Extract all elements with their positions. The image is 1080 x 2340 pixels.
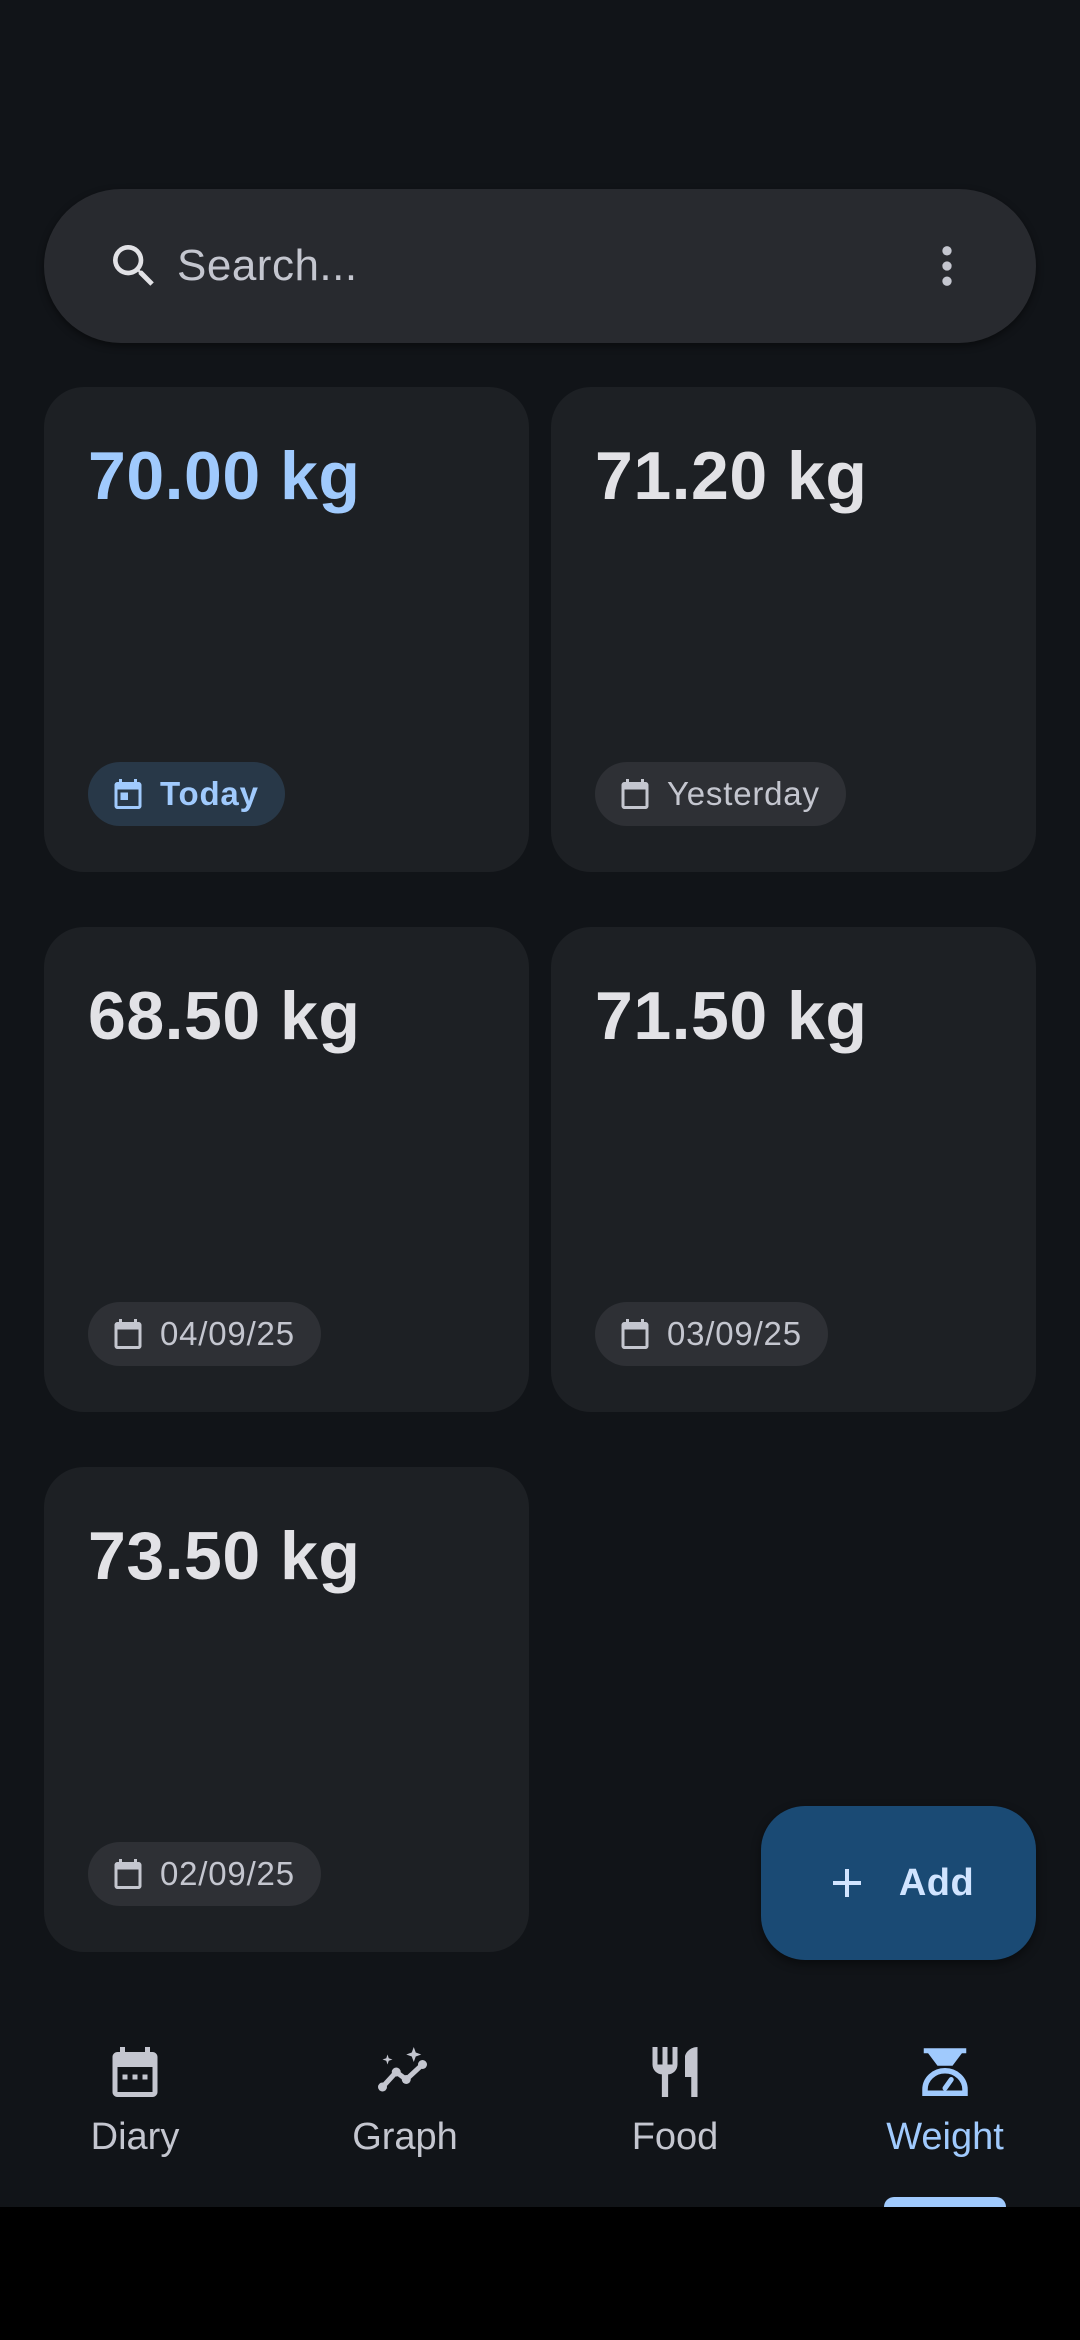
date-chip: Today [88, 762, 285, 826]
weight-entry-card[interactable]: 71.20 kg Yesterday [551, 387, 1036, 872]
add-entry-button[interactable]: Add [761, 1806, 1036, 1960]
weight-value: 71.20 kg [595, 438, 868, 514]
fork-knife-icon [652, 2047, 698, 2097]
calendar-today-icon [114, 779, 142, 809]
nav-label: Graph [352, 2116, 458, 2158]
date-label: Today [160, 775, 259, 812]
trend-sparkle-icon [378, 2047, 427, 2092]
nav-label: Weight [886, 2116, 1004, 2158]
weight-value: 70.00 kg [88, 438, 361, 514]
date-label: Yesterday [667, 775, 820, 812]
date-label: 02/09/25 [160, 1855, 295, 1892]
weight-entry-card[interactable]: 73.50 kg 02/09/25 [44, 1467, 529, 1952]
weight-entry-card[interactable]: 68.50 kg 04/09/25 [44, 927, 529, 1412]
date-label: 03/09/25 [667, 1315, 802, 1352]
more-vertical-icon[interactable] [919, 238, 975, 294]
nav-label: Food [631, 2116, 719, 2158]
bottom-navigation: Diary Graph Food Weight [0, 2000, 1080, 2217]
date-chip: Yesterday [595, 762, 846, 826]
calendar-icon [621, 779, 649, 809]
calendar-icon [621, 1319, 649, 1349]
date-chip: 04/09/25 [88, 1302, 321, 1366]
nav-item-weight[interactable]: Weight [810, 2000, 1080, 2217]
weight-value: 73.50 kg [88, 1518, 361, 1594]
search-bar[interactable]: Search... [44, 189, 1036, 343]
plus-icon [832, 1869, 861, 1897]
system-navigation-bar [0, 2207, 1080, 2340]
calendar-icon [114, 1859, 142, 1889]
weight-value: 71.50 kg [595, 978, 868, 1054]
calendar-icon [112, 2047, 158, 2097]
add-button-label: Add [898, 1861, 975, 1904]
weight-entry-card[interactable]: 70.00 kg Today [44, 387, 529, 872]
nav-item-diary[interactable]: Diary [0, 2000, 270, 2207]
nav-item-graph[interactable]: Graph [270, 2000, 540, 2207]
weight-entry-card[interactable]: 71.50 kg 03/09/25 [551, 927, 1036, 1412]
search-icon [113, 245, 154, 286]
nav-label: Diary [90, 2116, 180, 2158]
calendar-icon [114, 1319, 142, 1349]
scale-icon [922, 2048, 968, 2096]
date-chip: 03/09/25 [595, 1302, 828, 1366]
nav-item-food[interactable]: Food [540, 2000, 810, 2207]
weight-value: 68.50 kg [88, 978, 361, 1054]
search-input[interactable]: Search... [177, 241, 358, 291]
date-chip: 02/09/25 [88, 1842, 321, 1906]
date-label: 04/09/25 [160, 1315, 295, 1352]
